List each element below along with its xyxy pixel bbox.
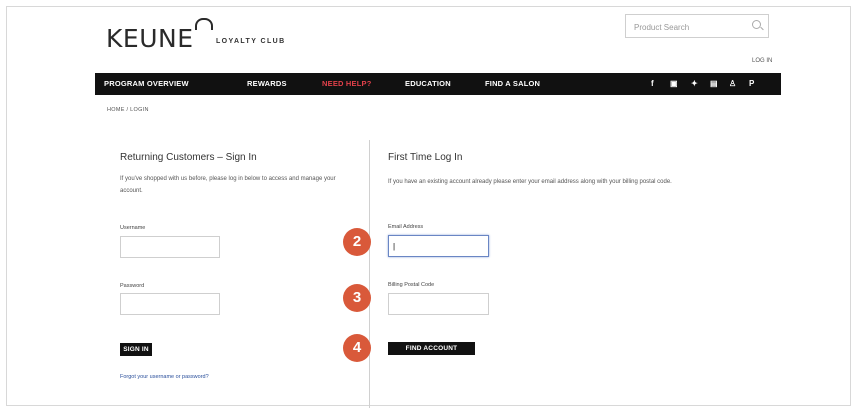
find-account-button[interactable]: FIND ACCOUNT xyxy=(388,342,475,355)
username-label: Username xyxy=(120,225,146,231)
step-marker-3: 3 xyxy=(343,284,371,312)
pinterest-icon[interactable]: P xyxy=(749,79,754,88)
username-field[interactable] xyxy=(120,236,220,258)
email-label: Email Address xyxy=(388,224,424,230)
nav-item-program-overview[interactable]: PROGRAM OVERVIEW xyxy=(104,79,189,88)
nav-item-rewards[interactable]: REWARDS xyxy=(247,79,287,88)
main-nav: PROGRAM OVERVIEW REWARDS NEED HELP? EDUC… xyxy=(95,73,781,95)
step-marker-4: 4 xyxy=(343,334,371,362)
facebook-icon[interactable]: f xyxy=(651,79,654,88)
login-link[interactable]: LOG IN xyxy=(752,58,772,64)
first-time-description: If you have an existing account already … xyxy=(388,179,672,185)
first-time-title: First Time Log In xyxy=(388,152,463,163)
password-label: Password xyxy=(120,283,145,289)
postal-code-field[interactable] xyxy=(388,293,489,315)
instagram-icon[interactable]: ▣ xyxy=(670,79,678,88)
breadcrumb[interactable]: HOME / LOGIN xyxy=(107,107,149,113)
step-marker-2: 2 xyxy=(343,228,371,256)
nav-item-need-help[interactable]: NEED HELP? xyxy=(322,79,372,88)
brand-subtitle: LOYALTY CLUB xyxy=(216,38,286,45)
product-search[interactable] xyxy=(625,14,769,38)
email-field[interactable] xyxy=(388,235,489,257)
sign-in-button[interactable]: SIGN IN xyxy=(120,343,152,356)
linkedin-icon[interactable]: ▤ xyxy=(710,79,718,88)
forgot-credentials-link[interactable]: Forgot your username or password? xyxy=(120,374,209,380)
returning-title: Returning Customers – Sign In xyxy=(120,152,257,163)
brand-logo[interactable]: KEUNE xyxy=(106,24,194,53)
nav-item-find-a-salon[interactable]: FIND A SALON xyxy=(485,79,540,88)
search-input[interactable] xyxy=(632,18,751,36)
nav-item-education[interactable]: EDUCATION xyxy=(405,79,451,88)
youtube-icon[interactable]: ♙ xyxy=(729,79,736,88)
logo-mark-icon xyxy=(195,18,213,30)
postal-code-label: Billing Postal Code xyxy=(388,282,435,288)
returning-description: If you've shopped with us before, please… xyxy=(120,176,336,194)
column-divider xyxy=(369,140,370,408)
search-icon[interactable] xyxy=(752,20,761,29)
twitter-icon[interactable]: ✦ xyxy=(691,79,698,88)
password-field[interactable] xyxy=(120,293,220,315)
